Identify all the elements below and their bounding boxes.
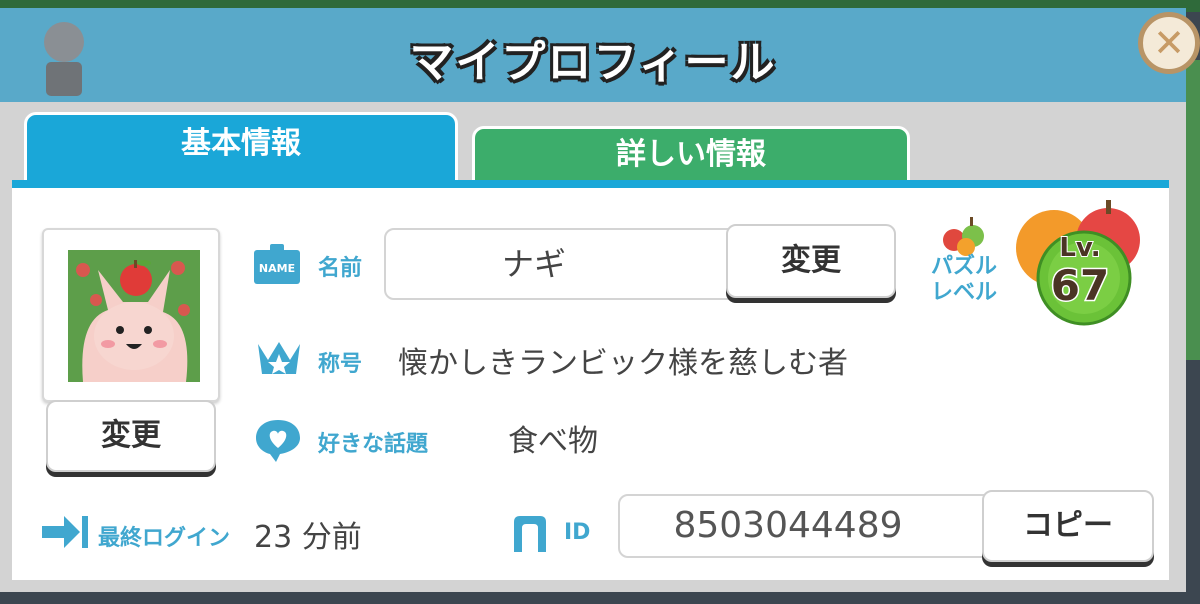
- content-area: 基本情報 詳しい情報 変更 NAME 名前 ナギ 変更 パズル レベル Lv. …: [0, 102, 1186, 592]
- last-login-value: 23 分前: [254, 520, 362, 555]
- change-avatar-button[interactable]: 変更: [46, 400, 216, 472]
- id-icon: [514, 516, 546, 552]
- copy-id-button[interactable]: コピー: [982, 490, 1154, 562]
- avatar-frame: [42, 228, 220, 402]
- favorite-topic-value: 食べ物: [508, 424, 598, 459]
- name-field: ナギ: [384, 228, 744, 300]
- name-tag-icon: NAME: [254, 244, 300, 284]
- id-label: ID: [564, 520, 591, 545]
- profile-dialog: マイプロフィール ✕ 基本情報 詳しい情報 変更 NAME 名前 ナギ 変更 パ…: [0, 8, 1200, 592]
- close-button[interactable]: ✕: [1138, 12, 1200, 74]
- name-label: 名前: [318, 256, 363, 281]
- puzzle-level-label: パズル レベル: [924, 254, 1004, 306]
- id-field: 8503044489: [618, 494, 1008, 558]
- svg-text:NAME: NAME: [259, 262, 295, 275]
- dialog-header: マイプロフィール: [0, 8, 1186, 102]
- crown-icon: [258, 342, 300, 374]
- basic-info-panel: 変更 NAME 名前 ナギ 変更 パズル レベル Lv. 67 称号 懐かしきラ…: [12, 180, 1169, 580]
- fruit-icon: [943, 217, 984, 256]
- favorite-topic-label: 好きな話題: [318, 432, 429, 457]
- login-arrow-icon: [42, 516, 88, 548]
- level-prefix: Lv.: [1059, 233, 1100, 263]
- last-login-label: 最終ログイン: [98, 526, 231, 551]
- change-name-button[interactable]: 変更: [726, 224, 896, 298]
- close-icon: ✕: [1153, 21, 1185, 65]
- level-badge: Lv. 67: [1016, 200, 1140, 326]
- speech-heart-icon: [256, 420, 300, 462]
- tab-detailed-info[interactable]: 詳しい情報: [472, 126, 910, 186]
- title-label: 称号: [318, 352, 363, 377]
- puzzle-level-label-line2: レベル: [930, 280, 997, 305]
- level-number: 67: [1051, 261, 1109, 310]
- title-value: 懐かしきランビック様を慈しむ者: [398, 346, 848, 381]
- page-title: マイプロフィール: [409, 37, 777, 88]
- avatar: [68, 250, 200, 382]
- puzzle-level-label-line1: パズル: [930, 254, 997, 279]
